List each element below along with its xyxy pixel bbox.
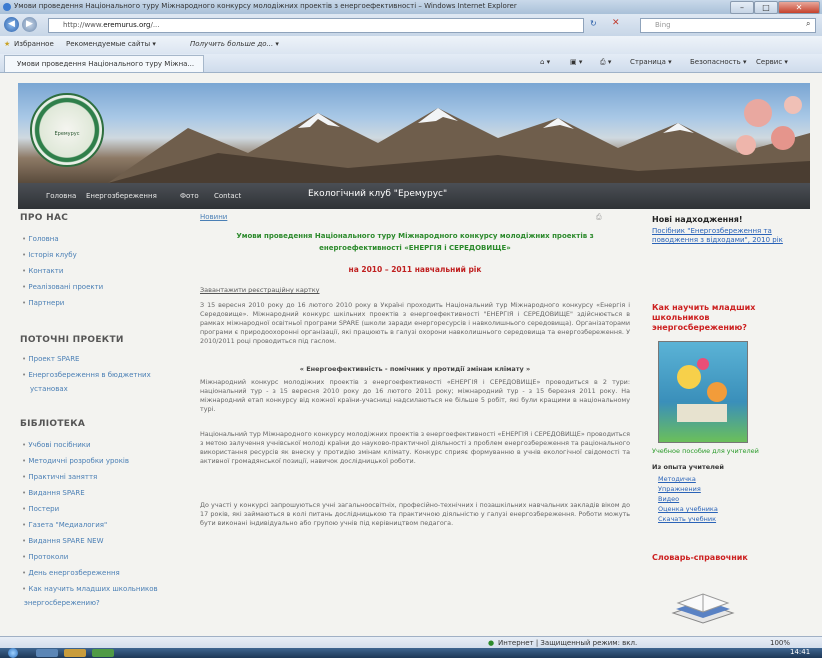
minimize-button[interactable]: – xyxy=(730,1,754,14)
taskbar-app-media-icon[interactable] xyxy=(92,649,114,657)
print-icon[interactable]: ⎙ ▾ xyxy=(600,58,611,67)
service-menu[interactable]: Сервис ▾ xyxy=(756,58,788,66)
sidebar-item-spare[interactable]: Проект SPARE xyxy=(22,355,79,363)
page-menu[interactable]: Страница ▾ xyxy=(630,58,672,66)
academic-year: на 2010 – 2011 навчальний рік xyxy=(348,265,482,274)
library-item[interactable]: Протоколи xyxy=(22,553,68,561)
library-item[interactable]: Постери xyxy=(22,505,59,513)
dictionary-image[interactable] xyxy=(668,573,738,625)
tab-active[interactable]: Умови проведення Національного туру Міжн… xyxy=(4,55,204,72)
home-icon[interactable]: ⌂ ▾ xyxy=(540,58,550,66)
url-rest: /... xyxy=(150,21,160,29)
sidebar-item-home[interactable]: Головна xyxy=(22,235,58,243)
paragraph-participants: До участі у конкурсі запрошуються учні з… xyxy=(200,501,630,527)
taskbar-clock: 14:41 xyxy=(790,648,811,656)
sidebar-item-partners[interactable]: Партнери xyxy=(22,299,64,307)
stop-icon[interactable]: ✕ xyxy=(612,18,620,28)
favorites-bar: ★ Избранное Рекомендуемые сайты ▾ Получи… xyxy=(0,36,822,54)
window-title: Умови проведення Національного туру Міжн… xyxy=(14,2,517,10)
logo-text: Еремурус xyxy=(54,131,80,137)
library-item[interactable]: День енергозбереження xyxy=(22,569,119,577)
web-page: Еремурус Головна Енергозбереження Фото C… xyxy=(0,73,822,636)
address-toolbar: ◀ ▶ http://www.eremurus.org/... ↻ ✕ Bing… xyxy=(0,14,822,36)
windows-taskbar: 14:41 xyxy=(0,648,822,658)
club-logo[interactable]: Еремурус xyxy=(30,93,104,167)
taskbar-app-folder-icon[interactable] xyxy=(64,649,86,657)
teach-link[interactable]: Упражнения xyxy=(658,485,701,493)
teach-link[interactable]: Методичка xyxy=(658,475,696,483)
start-button[interactable] xyxy=(8,648,18,658)
paragraph-tours: Міжнародний конкурс молодіжних проектів … xyxy=(200,378,630,413)
address-input[interactable]: http://www.eremurus.org/... xyxy=(48,18,584,33)
sidebar-item-energy-budget-cont[interactable]: установах xyxy=(30,385,68,393)
sidebar-item-projects[interactable]: Реалізовані проекти xyxy=(22,283,103,291)
search-input[interactable]: Bing xyxy=(640,18,816,33)
about-heading: ПРО НАС xyxy=(20,213,69,223)
quote-slogan: « Енергоефективність - помічник у протид… xyxy=(299,365,531,373)
library-item[interactable]: Газета "Медиалогия" xyxy=(22,521,107,529)
club-name: Екологічний клуб "Еремурус" xyxy=(308,189,448,199)
ie-icon xyxy=(3,3,11,11)
library-item-cont[interactable]: энергосбережению? xyxy=(24,599,100,607)
print-page-icon[interactable]: ⎙ xyxy=(596,213,602,222)
book-cover-illustration xyxy=(677,358,727,422)
zoom-level[interactable]: 100% xyxy=(770,639,790,647)
news-link[interactable]: Посібник "Енергозбереження та поводження… xyxy=(652,227,802,245)
close-button[interactable]: ✕ xyxy=(778,1,820,14)
current-projects-heading: ПОТОЧНІ ПРОЕКТИ xyxy=(20,335,124,345)
article-title-line1: Умови проведення Національного туру Міжн… xyxy=(236,232,594,240)
feeds-icon[interactable]: ▣ ▾ xyxy=(570,58,582,66)
teach-caption: Учебное пособие для учителей xyxy=(652,447,759,455)
get-more-addons-link[interactable]: Получить больше до... ▾ xyxy=(190,40,279,48)
library-item[interactable]: Видання SPARE NEW xyxy=(22,537,103,545)
sidebar-item-contacts[interactable]: Контакти xyxy=(22,267,63,275)
sidebar-item-history[interactable]: Історія клубу xyxy=(22,251,76,259)
favorites-star-icon[interactable]: ★ xyxy=(4,40,10,48)
nav-item-photo[interactable]: Фото xyxy=(180,192,199,200)
refresh-icon[interactable]: ↻ xyxy=(590,19,597,28)
mountain-image xyxy=(108,96,810,183)
nav-item-home[interactable]: Головна xyxy=(46,192,76,200)
article-title-line2: енергоефективності «ЕНЕРГІЯ і СЕРЕДОВИЩЕ… xyxy=(319,244,511,252)
teach-link[interactable]: Видео xyxy=(658,495,679,503)
teach-sub: Из опыта учителей xyxy=(652,463,724,471)
internet-zone-icon: ● xyxy=(488,639,495,647)
registration-card-link[interactable]: Завантажити реєстраційну картку xyxy=(200,286,320,294)
safety-menu[interactable]: Безопасность ▾ xyxy=(690,58,746,66)
site-nav: Головна Енергозбереження Фото Contact Ек… xyxy=(18,183,810,209)
dictionary-heading[interactable]: Словарь-справочник xyxy=(652,553,748,562)
maximize-button[interactable]: □ xyxy=(754,1,778,14)
breadcrumb[interactable]: Новини xyxy=(200,213,227,221)
favorites-label[interactable]: Избранное xyxy=(14,40,54,48)
nav-item-contact[interactable]: Contact xyxy=(214,192,241,200)
url-domain: eremurus.org xyxy=(103,21,151,29)
taskbar-app-ie-icon[interactable] xyxy=(36,649,58,657)
tab-bar: Умови проведення Національного туру Міжн… xyxy=(0,54,822,73)
header-banner xyxy=(18,83,810,183)
library-heading: БІБЛІОТЕКА xyxy=(20,419,86,429)
teach-link[interactable]: Оценка учебника xyxy=(658,505,718,513)
search-icon[interactable]: ⌕ xyxy=(806,19,810,29)
paragraph-intro: З 15 вересня 2010 року до 16 лютого 2010… xyxy=(200,301,630,345)
nav-item-energy[interactable]: Енергозбереження xyxy=(86,192,157,200)
back-icon[interactable]: ◀ xyxy=(4,17,19,32)
library-item[interactable]: Методичні розробки уроків xyxy=(22,457,129,465)
book-icon xyxy=(671,593,735,624)
suggested-sites-link[interactable]: Рекомендуемые сайты ▾ xyxy=(66,40,156,48)
window-titlebar: Умови проведення Національного туру Міжн… xyxy=(0,0,822,14)
library-item[interactable]: Видання SPARE xyxy=(22,489,84,497)
paragraph-purpose: Національний тур Міжнародного конкурсу м… xyxy=(200,430,630,465)
library-item[interactable]: Учбові посібники xyxy=(22,441,90,449)
library-item[interactable]: Практичні заняття xyxy=(22,473,97,481)
url-prefix: http://www. xyxy=(63,21,104,29)
book-cover-image[interactable] xyxy=(658,341,748,443)
library-item[interactable]: Как научить младших школьников xyxy=(22,585,157,593)
sidebar-item-energy-budget[interactable]: Енергозбереження в бюджетних xyxy=(22,371,150,379)
forward-icon[interactable]: ▶ xyxy=(22,17,37,32)
news-heading: Нові надходження! xyxy=(652,215,743,224)
security-zone: Интернет | Защищенный режим: вкл. xyxy=(498,639,638,647)
teach-heading[interactable]: Как научить младших школьников энергосбе… xyxy=(652,303,802,333)
teach-link[interactable]: Скачать учебник xyxy=(658,515,716,523)
